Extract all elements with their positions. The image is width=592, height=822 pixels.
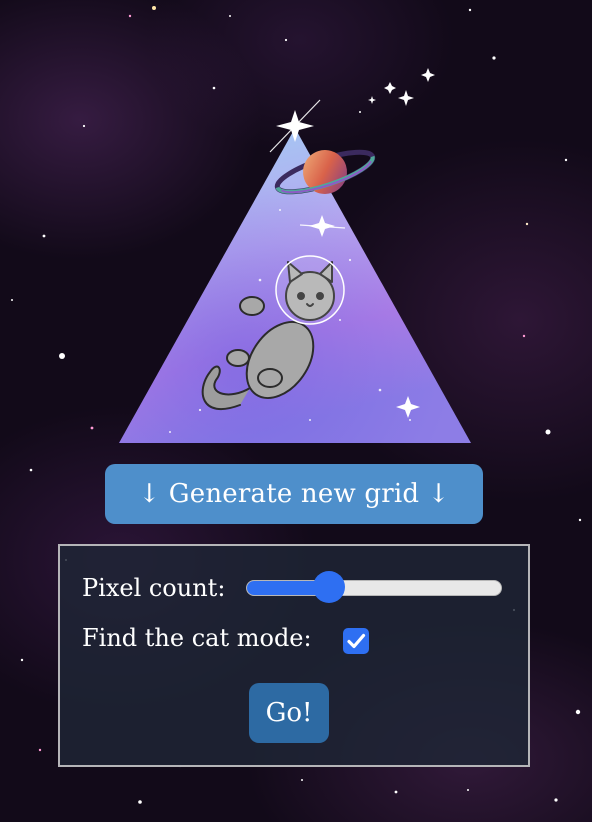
find-cat-mode-label: Find the cat mode: — [82, 624, 312, 652]
go-button[interactable]: Go! — [249, 683, 329, 743]
checkmark-icon — [347, 633, 366, 649]
space-cat-triangle-logo — [119, 68, 471, 443]
pixel-count-slider-thumb[interactable] — [313, 571, 346, 603]
pixel-count-slider[interactable] — [246, 580, 502, 596]
pixel-count-label: Pixel count: — [82, 574, 226, 602]
generate-new-grid-button[interactable]: ↓ Generate new grid ↓ — [105, 464, 483, 524]
find-cat-mode-checkbox[interactable] — [343, 628, 369, 654]
